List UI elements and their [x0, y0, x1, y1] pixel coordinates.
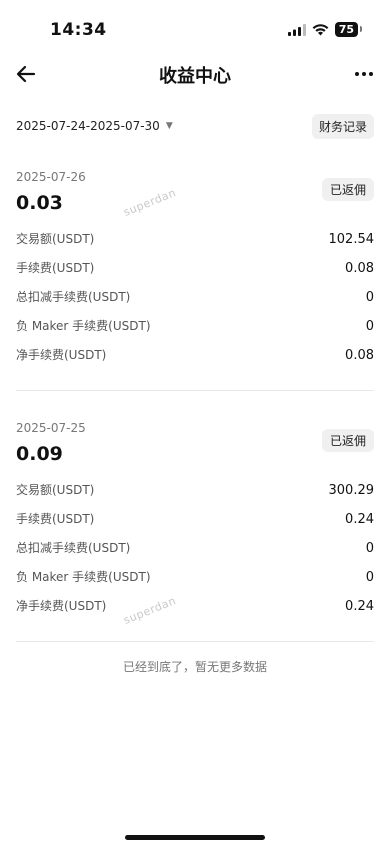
- row-label: 净手续费(USDT): [16, 348, 107, 362]
- row-value: 300.29: [328, 483, 375, 498]
- end-of-list-text: 已经到底了，暂无更多数据: [122, 660, 267, 674]
- record-row: 总扣减手续费(USDT) 0: [16, 288, 374, 308]
- status-badge: 已返佣: [321, 429, 374, 452]
- row-value: 0: [365, 290, 374, 305]
- record-card: 2025-07-25 已返佣 0.09 交易额(USDT) 300.29 手续费…: [16, 421, 374, 621]
- divider: [16, 390, 374, 391]
- caret-down-icon: ▼: [165, 121, 173, 131]
- page-title: 收益中心: [159, 66, 231, 87]
- record-row: 负 Maker 手续费(USDT) 0: [16, 317, 374, 337]
- row-label: 交易额(USDT): [16, 483, 95, 497]
- record-amount: 0.09: [16, 443, 63, 465]
- row-label: 负 Maker 手续费(USDT): [16, 319, 151, 333]
- row-label: 总扣减手续费(USDT): [16, 541, 131, 555]
- record-row: 总扣减手续费(USDT) 0: [16, 539, 374, 559]
- status-badge: 已返佣: [321, 178, 374, 201]
- record-row: 净手续费(USDT) 0.24: [16, 597, 374, 617]
- more-icon[interactable]: [354, 64, 374, 84]
- status-time: 14:34: [50, 20, 107, 40]
- record-card: 2025-07-26 已返佣 0.03 交易额(USDT) 102.54 手续费…: [16, 170, 374, 370]
- financial-records-button[interactable]: 财务记录: [311, 114, 374, 139]
- record-row: 负 Maker 手续费(USDT) 0: [16, 568, 374, 588]
- row-value: 102.54: [328, 232, 375, 247]
- record-row: 手续费(USDT) 0.08: [16, 259, 374, 279]
- row-value: 0.24: [345, 512, 374, 527]
- signal-icon: [287, 23, 306, 36]
- filter-row: 2025-07-24-2025-07-30 ▼ 财务记录: [16, 114, 374, 140]
- status-icons: 75: [287, 22, 363, 37]
- wifi-icon: [312, 23, 329, 35]
- row-label: 总扣减手续费(USDT): [16, 290, 131, 304]
- row-value: 0.08: [345, 261, 374, 276]
- record-row: 手续费(USDT) 0.24: [16, 510, 374, 530]
- row-value: 0: [365, 319, 374, 334]
- record-date: 2025-07-26: [16, 170, 86, 184]
- date-range-text: 2025-07-24-2025-07-30: [16, 119, 160, 133]
- row-label: 手续费(USDT): [16, 261, 95, 275]
- record-amount: 0.03: [16, 192, 63, 214]
- divider: [16, 641, 374, 642]
- row-value: 0: [365, 570, 374, 585]
- date-range-selector[interactable]: 2025-07-24-2025-07-30 ▼: [16, 119, 173, 133]
- row-label: 负 Maker 手续费(USDT): [16, 570, 151, 584]
- nav-bar: 收益中心: [0, 56, 390, 92]
- row-label: 净手续费(USDT): [16, 599, 107, 613]
- record-date: 2025-07-25: [16, 421, 86, 435]
- battery-icon: 75: [334, 22, 363, 37]
- row-value: 0.24: [345, 599, 374, 614]
- record-row: 交易额(USDT) 300.29: [16, 481, 374, 501]
- row-label: 交易额(USDT): [16, 232, 95, 246]
- home-indicator[interactable]: [125, 835, 265, 840]
- row-value: 0.08: [345, 348, 374, 363]
- record-row: 交易额(USDT) 102.54: [16, 230, 374, 250]
- status-bar: 14:34 75: [0, 0, 390, 60]
- record-row: 净手续费(USDT) 0.08: [16, 346, 374, 366]
- row-label: 手续费(USDT): [16, 512, 95, 526]
- row-value: 0: [365, 541, 374, 556]
